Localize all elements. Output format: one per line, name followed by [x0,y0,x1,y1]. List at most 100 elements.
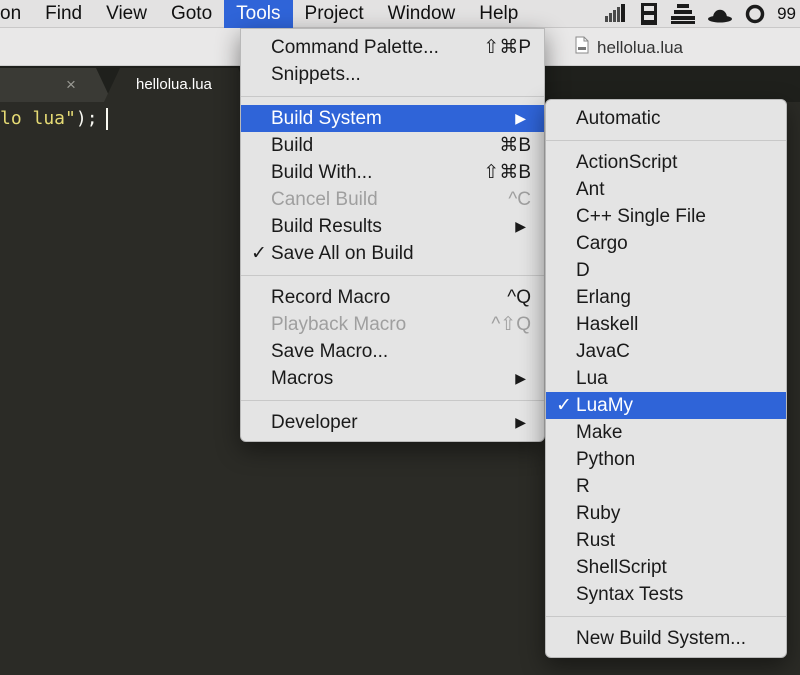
menu-item-label: Build System [271,108,382,129]
menu-item-label: Ruby [576,503,621,524]
menu-item-label: Ant [576,179,605,200]
menu-item-label: LuaMy [576,395,634,416]
menu-item-label: Haskell [576,314,639,335]
menu-item-label: Erlang [576,287,631,308]
menu-item-label: Cargo [576,233,628,254]
menu-item-label: Lua [576,368,608,389]
menu-tools[interactable]: Tools [224,0,293,28]
tools-item-build[interactable]: Build ⌘B [241,132,544,159]
menu-item-label: Playback Macro [271,314,407,335]
code-line: lo lua"); [0,108,108,130]
menu-item-label: ShellScript [576,557,667,578]
menu-item-label: Save All on Build [271,243,414,264]
tools-item-build-results[interactable]: Build Results ▶ [241,213,544,240]
menu-item-label: Python [576,449,636,470]
tools-item-macros[interactable]: Macros ▶ [241,365,544,392]
menu-item-label: Build [271,135,314,156]
menu-find[interactable]: Find [33,0,94,28]
menu-help[interactable]: Help [467,0,530,28]
build-system-item-python[interactable]: Python [546,446,786,473]
menu-separator [241,400,544,401]
build-system-item-ant[interactable]: Ant [546,176,786,203]
menu-item-label: New Build System... [576,628,746,649]
build-system-item-make[interactable]: Make [546,419,786,446]
stack-status-icon[interactable] [671,4,696,24]
build-system-item-d[interactable]: D [546,257,786,284]
menu-item-label: Command Palette... [271,37,439,58]
close-icon[interactable]: × [66,76,76,93]
checkmark-icon: ✓ [251,243,267,264]
menu-item-label: Save Macro... [271,341,389,362]
tools-item-snippets[interactable]: Snippets... [241,61,544,88]
code-punctuation: ); [75,108,98,129]
build-system-submenu: Automatic ActionScript Ant C++ Single File C… [545,99,787,658]
checkmark-icon: ✓ [556,395,572,416]
menu-item-label: Build Results [271,216,382,237]
tools-item-record-macro[interactable]: Record Macro ^Q [241,284,544,311]
status-clock: 99 [777,4,796,23]
menu-item-shortcut: ⌘B [499,135,531,156]
menu-item-label: Macros [271,368,334,389]
tools-item-save-macro[interactable]: Save Macro... [241,338,544,365]
menu-item-label: Rust [576,530,616,551]
ring-icon[interactable] [745,4,765,24]
build-system-item-new-build-system[interactable]: New Build System... [546,625,786,652]
menu-item-shortcut: ⇧⌘P [483,37,531,58]
build-system-item-haskell[interactable]: Haskell [546,311,786,338]
build-system-item-shellscript[interactable]: ShellScript [546,554,786,581]
menu-app[interactable]: on [0,0,33,28]
build-system-item-cargo[interactable]: Cargo [546,230,786,257]
menu-item-label: Syntax Tests [576,584,684,605]
tools-item-build-system[interactable]: Build System ▶ [241,105,544,132]
menu-item-label: ActionScript [576,152,678,173]
shelf-status-icon[interactable] [639,3,659,25]
striped-status-icon[interactable] [605,4,627,24]
menu-item-label: R [576,476,590,497]
menu-window[interactable]: Window [376,0,468,28]
menu-item-shortcut: ^C [508,189,531,210]
build-system-item-rust[interactable]: Rust [546,527,786,554]
menu-item-label: JavaC [576,341,630,362]
build-system-item-luamy[interactable]: ✓ LuaMy [546,392,786,419]
menu-view[interactable]: View [94,0,159,28]
build-system-item-c-single-file[interactable]: C++ Single File [546,203,786,230]
menu-bar: on Find View Goto Tools Project Window H… [0,0,800,28]
menu-item-label: Developer [271,412,358,433]
window-title: hellolua.lua [575,36,683,59]
tab-inactive[interactable] [0,68,112,102]
tools-item-build-with[interactable]: Build With... ⇧⌘B [241,159,544,186]
submenu-arrow-icon: ▶ [515,370,526,386]
menu-item-label: Cancel Build [271,189,378,210]
build-system-item-javac[interactable]: JavaC [546,338,786,365]
build-system-item-lua[interactable]: Lua [546,365,786,392]
tools-item-developer[interactable]: Developer ▶ [241,409,544,436]
build-system-item-syntax-tests[interactable]: Syntax Tests [546,581,786,608]
status-area: 99 [605,0,800,28]
build-system-item-automatic[interactable]: Automatic [546,105,786,132]
tools-item-cancel-build: Cancel Build ^C [241,186,544,213]
submenu-arrow-icon: ▶ [515,110,526,126]
text-cursor [105,108,108,130]
tools-item-command-palette[interactable]: Command Palette... ⇧⌘P [241,34,544,61]
build-system-item-actionscript[interactable]: ActionScript [546,149,786,176]
menu-item-shortcut: ^Q [507,287,531,308]
document-icon [575,36,589,59]
menu-item-shortcut: ^⇧Q [491,314,531,335]
build-system-item-r[interactable]: R [546,473,786,500]
menu-goto[interactable]: Goto [159,0,224,28]
menu-item-shortcut: ⇧⌘B [483,162,531,183]
menu-item-label: Build With... [271,162,373,183]
build-system-item-ruby[interactable]: Ruby [546,500,786,527]
menu-item-label: C++ Single File [576,206,706,227]
tools-item-save-all-on-build[interactable]: ✓ Save All on Build [241,240,544,267]
menu-separator [546,140,786,141]
menu-separator [546,616,786,617]
build-system-item-erlang[interactable]: Erlang [546,284,786,311]
tab-hellolua[interactable]: hellolua.lua [136,76,212,93]
menu-item-label: D [576,260,590,281]
menu-separator [241,96,544,97]
menu-project[interactable]: Project [293,0,376,28]
menu-separator [241,275,544,276]
bowler-hat-icon[interactable] [707,4,733,24]
menu-item-label: Automatic [576,108,661,129]
